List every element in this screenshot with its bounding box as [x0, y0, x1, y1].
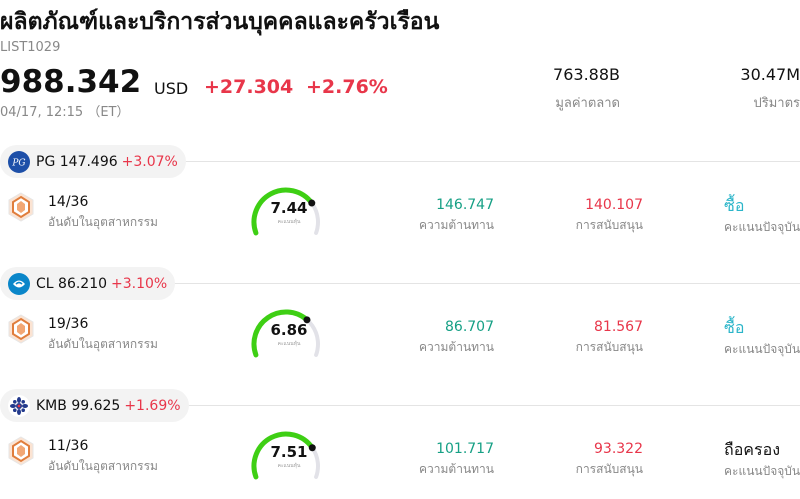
volume-label: ปริมาตร	[753, 96, 800, 111]
pg-logo-icon: PG	[8, 150, 30, 173]
stock-score: 7.51	[270, 443, 308, 461]
support-value: 81.567	[594, 319, 643, 335]
volume-value: 30.47M	[740, 65, 800, 84]
currency-label: USD	[154, 79, 189, 98]
stock-section-kmb[interactable]: KMB 99.625 +1.69% 11/36 อันดับในอุตสาหกร…	[0, 389, 800, 499]
support-label: การสนับสนุน	[575, 340, 643, 354]
rating-value: ซื้อ	[724, 318, 745, 337]
page-title: ผลิตภัณฑ์และบริการส่วนบุคคลและครัวเรือน	[0, 9, 440, 35]
support-value: 93.322	[594, 441, 643, 457]
stock-section-pg[interactable]: PG PG 147.496 +3.07% 14/36 อันดับในอุตสา…	[0, 145, 800, 267]
svg-text:PG: PG	[11, 158, 25, 168]
rank-medal-icon	[8, 314, 34, 344]
kimberly-clark-logo-icon	[8, 394, 30, 417]
market-cap-value: 763.88B	[553, 65, 620, 84]
list-id: LIST1029	[0, 40, 61, 55]
market-cap-label: มูลค่าตลาด	[555, 96, 620, 111]
industry-rank-label: อันดับในอุตสาหกรรม	[48, 215, 158, 229]
resistance-label: ความต้านทาน	[419, 218, 494, 232]
stock-score-label: คะแนนหุ้น	[277, 219, 301, 225]
colgate-logo-icon	[8, 272, 30, 295]
volume-stat: 30.47M ปริมาตร	[740, 65, 800, 113]
stock-chip[interactable]: CL 86.210 +3.10%	[0, 267, 176, 300]
resistance-label: ความต้านทาน	[419, 340, 494, 354]
rating-label: คะแนนปัจจุบัน	[724, 464, 800, 478]
stock-price: 86.210	[58, 275, 108, 292]
price-change: +27.304	[204, 76, 294, 98]
resistance-value: 86.707	[445, 319, 494, 335]
price-change-pct: +2.76%	[306, 76, 388, 98]
section-divider	[170, 405, 800, 406]
support-label: การสนับสนุน	[575, 218, 643, 232]
rating-value: ถือครอง	[724, 440, 781, 459]
section-divider	[170, 161, 800, 162]
stock-ticker: KMB	[36, 397, 67, 414]
stock-price: 99.625	[71, 397, 121, 414]
resistance-label: ความต้านทาน	[419, 462, 494, 476]
rating-label: คะแนนปัจจุบัน	[724, 220, 800, 234]
industry-rank: 11/36	[48, 438, 89, 454]
stock-chip[interactable]: KMB 99.625 +1.69%	[0, 389, 189, 422]
support-label: การสนับสนุน	[575, 462, 643, 476]
rating-label: คะแนนปัจจุบัน	[724, 342, 800, 356]
stock-change-pct: +1.69%	[124, 397, 181, 414]
rating-value: ซื้อ	[724, 196, 745, 215]
industry-rank-label: อันดับในอุตสาหกรรม	[48, 459, 158, 473]
support-value: 140.107	[585, 197, 643, 213]
resistance-value: 146.747	[436, 197, 494, 213]
index-price: 988.342	[0, 64, 142, 100]
resistance-value: 101.717	[436, 441, 494, 457]
section-divider	[170, 283, 800, 284]
stock-score: 6.86	[270, 321, 308, 339]
market-cap-stat: 763.88B มูลค่าตลาด	[553, 65, 620, 113]
stock-score-label: คะแนนหุ้น	[277, 463, 301, 469]
timestamp: 04/17, 12:15 （ET）	[0, 105, 130, 120]
stock-ticker: PG	[36, 153, 56, 170]
stock-ticker: CL	[36, 275, 54, 292]
stock-change-pct: +3.07%	[121, 153, 178, 170]
stock-section-cl[interactable]: CL 86.210 +3.10% 19/36 อันดับในอุตสาหกรร…	[0, 267, 800, 389]
rank-medal-icon	[8, 192, 34, 222]
industry-rank: 14/36	[48, 194, 89, 210]
stock-score: 7.44	[270, 199, 308, 217]
stock-chip[interactable]: PG PG 147.496 +3.07%	[0, 145, 186, 178]
industry-rank-label: อันดับในอุตสาหกรรม	[48, 337, 158, 351]
rank-medal-icon	[8, 436, 34, 466]
stock-change-pct: +3.10%	[111, 275, 168, 292]
stock-score-label: คะแนนหุ้น	[277, 341, 301, 347]
industry-rank: 19/36	[48, 316, 89, 332]
stock-price: 147.496	[59, 153, 118, 170]
